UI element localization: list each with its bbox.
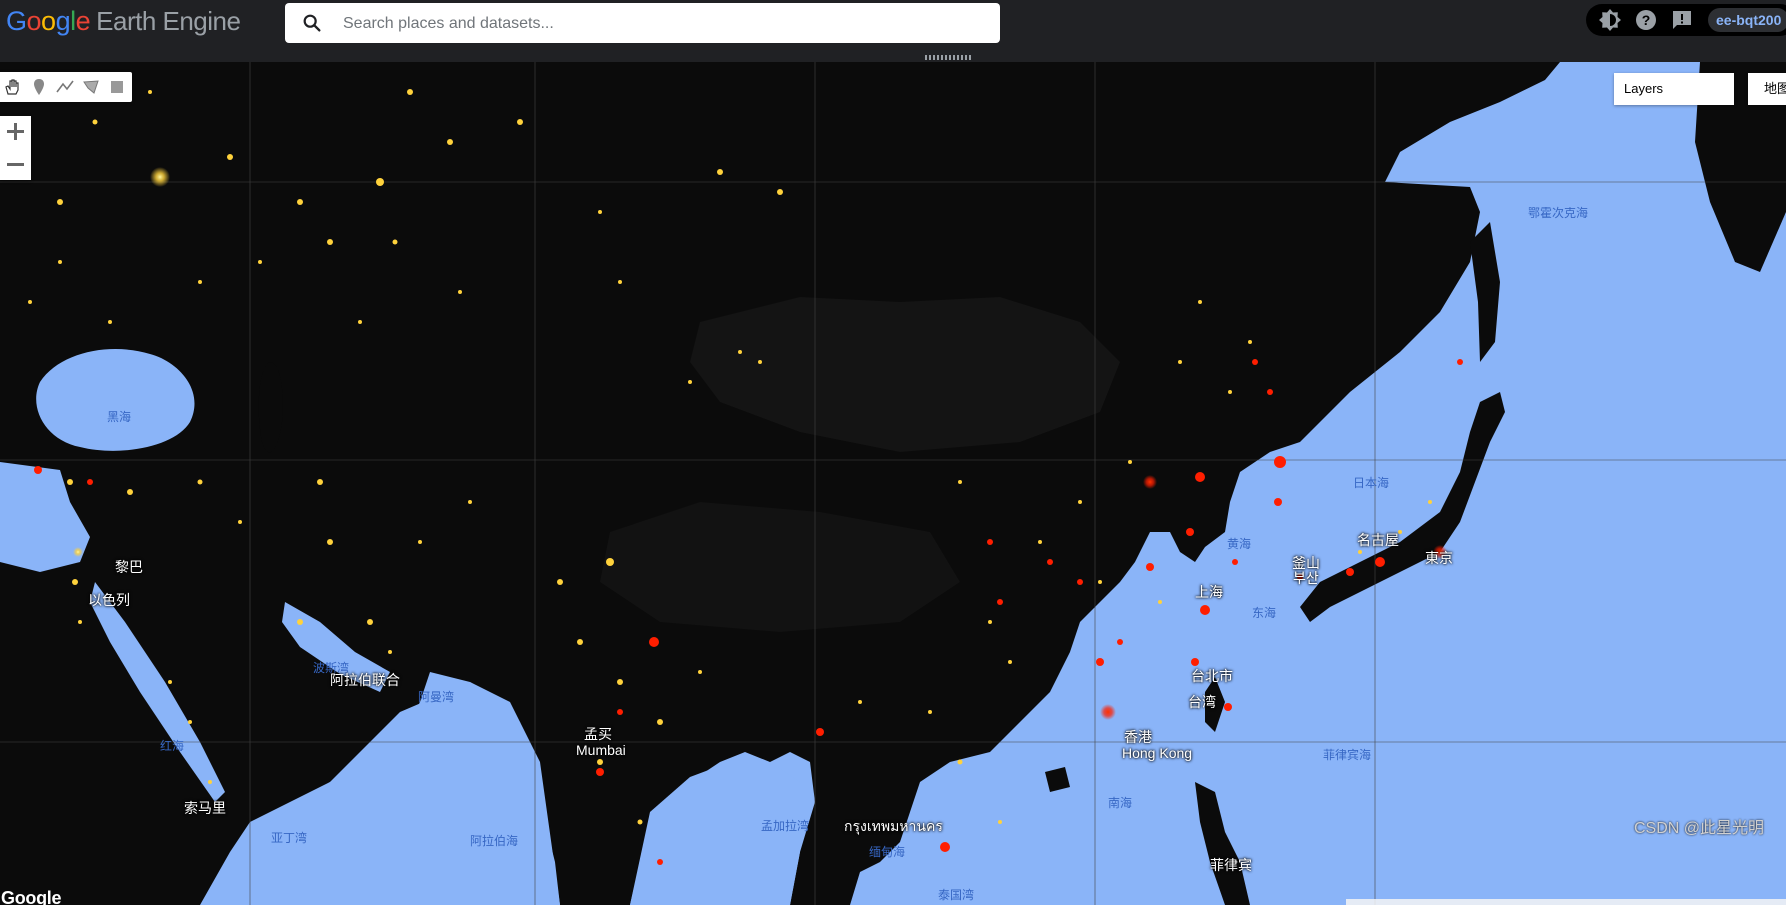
- map-label: 孟加拉湾: [761, 819, 810, 833]
- map-label: 阿曼湾: [418, 690, 455, 704]
- map-label: 缅甸海: [869, 845, 906, 859]
- map-label: 东海: [1252, 606, 1277, 620]
- polyline-icon[interactable]: [54, 76, 76, 98]
- help-icon[interactable]: ?: [1634, 8, 1658, 32]
- header-tools: ? ee-bqt200: [1586, 4, 1786, 36]
- map-label: 名古屋: [1357, 532, 1399, 548]
- map-label: 菲律宾海: [1323, 748, 1372, 762]
- map-label: 黄海: [1227, 537, 1252, 551]
- map-label: 黑海: [107, 410, 132, 424]
- map-type-button[interactable]: 地图: [1748, 73, 1786, 105]
- map-label: 日本海: [1353, 476, 1390, 490]
- zoom-out-button[interactable]: [0, 149, 31, 180]
- polygon-icon[interactable]: [80, 76, 102, 98]
- sakhalin-island: [1470, 222, 1500, 362]
- drawing-tools: [0, 72, 132, 102]
- map-label: 台湾: [1188, 694, 1216, 710]
- map-label: 上海: [1195, 584, 1223, 600]
- map-label: Hong Kong: [1122, 745, 1193, 761]
- search-box[interactable]: [285, 3, 1000, 45]
- map-label: 香港: [1124, 729, 1152, 745]
- brightness-icon[interactable]: [1598, 8, 1622, 32]
- japan-islands: [1300, 392, 1505, 622]
- google-earth-engine-logo[interactable]: Google Earth Engine: [6, 4, 241, 38]
- map-label: 阿拉伯联合: [330, 672, 400, 688]
- map-label: 红海: [160, 739, 185, 753]
- hand-pan-icon[interactable]: [2, 76, 24, 98]
- map-label: 南海: [1108, 796, 1133, 810]
- map-label: 菲律宾: [1210, 857, 1252, 873]
- logo-product-name: Earth Engine: [96, 6, 241, 36]
- rectangle-icon[interactable]: [106, 76, 128, 98]
- philippines-islands: [1195, 782, 1250, 905]
- map-label: 부산: [1293, 570, 1319, 586]
- splitter-handle[interactable]: [925, 55, 971, 60]
- top-bar: GoogleEarth Engine ? ee-bqt200: [0, 0, 1786, 54]
- logo-letter: G: [6, 6, 27, 36]
- zoom-control: [0, 116, 31, 180]
- search-icon[interactable]: [301, 12, 323, 34]
- map-label: 黎巴: [115, 559, 143, 575]
- google-map-logo: Google: [1, 888, 62, 905]
- night-lights-basemap: [0, 62, 1786, 905]
- map-label: กรุงเทพมหานคร: [844, 818, 943, 834]
- zoom-in-button[interactable]: [0, 116, 31, 147]
- logo-letter: e: [75, 6, 91, 36]
- marker-icon[interactable]: [28, 76, 50, 98]
- csdn-watermark: CSDN @此星光明: [1634, 820, 1765, 837]
- logo-letter: o: [41, 6, 56, 36]
- map-canvas[interactable]: Layers 地图 黑海 鄂霍次克海 日本海 黄海 东海 菲律宾海 南海 波斯湾…: [0, 62, 1786, 905]
- map-label: 釜山: [1292, 555, 1320, 571]
- map-label: 東京: [1425, 550, 1453, 566]
- map-label: 鄂霍次克海: [1528, 206, 1589, 220]
- map-attribution-bar: [1346, 899, 1786, 905]
- map-label: 孟买: [584, 726, 612, 742]
- hainan-island: [1045, 767, 1070, 792]
- logo-letter: o: [26, 6, 42, 36]
- map-label: 亚丁湾: [271, 831, 308, 845]
- search-input[interactable]: [341, 3, 985, 45]
- svg-text:?: ?: [1642, 12, 1651, 28]
- layers-button[interactable]: Layers: [1614, 73, 1734, 105]
- map-label: 泰国湾: [938, 888, 975, 902]
- map-label: 阿拉伯海: [470, 834, 519, 848]
- black-sea: [36, 349, 195, 451]
- map-label: 索马里: [184, 800, 226, 816]
- logo-letter: g: [55, 6, 71, 36]
- user-account-chip[interactable]: ee-bqt200: [1708, 8, 1786, 32]
- map-label: Mumbai: [576, 742, 626, 758]
- map-label: 以色列: [88, 592, 130, 608]
- feedback-icon[interactable]: [1670, 8, 1694, 32]
- map-label: 台北市: [1191, 668, 1233, 684]
